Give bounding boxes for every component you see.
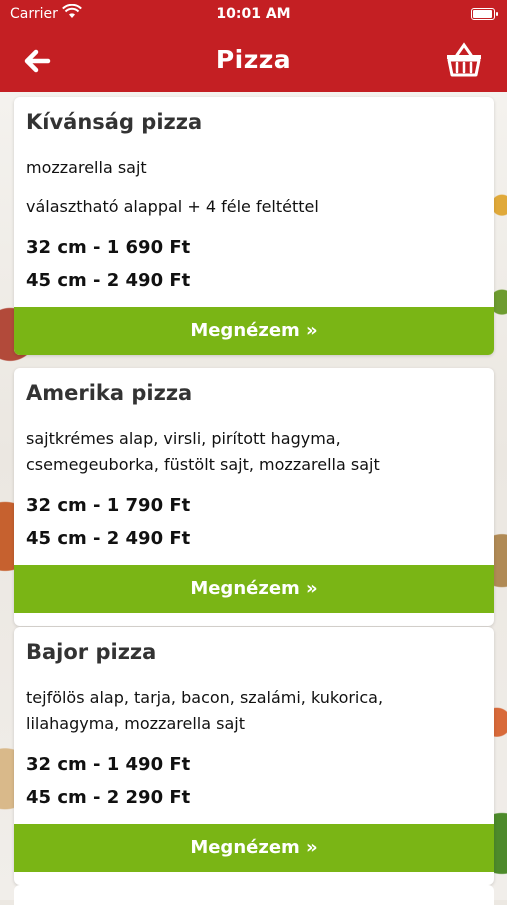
pizza-card-partial (14, 885, 494, 905)
status-bar: Carrier 10:01 AM (0, 0, 507, 30)
view-button[interactable]: Megnézem » (14, 565, 494, 613)
pizza-card: Kívánság pizza mozzarella sajt választha… (14, 97, 494, 355)
price-large: 45 cm - 2 490 Ft (26, 270, 191, 291)
status-time: 10:01 AM (216, 6, 291, 22)
description-line: csemegeuborka, füstölt sajt, mozzarella … (26, 455, 380, 474)
view-button[interactable]: Megnézem » (14, 824, 494, 872)
price-small: 32 cm - 1 690 Ft (26, 237, 191, 258)
pizza-name: Amerika pizza (26, 381, 193, 405)
pizza-name: Kívánság pizza (26, 110, 203, 134)
price-large: 45 cm - 2 490 Ft (26, 528, 191, 549)
description-line: tejfölös alap, tarja, bacon, szalámi, ku… (26, 688, 384, 707)
basket-icon (447, 42, 481, 77)
price-small: 32 cm - 1 490 Ft (26, 754, 191, 775)
pizza-description: sajtkrémes alap, virsli, pirított hagyma… (26, 426, 482, 478)
description-line: mozzarella sajt (26, 158, 147, 177)
description-line: választható alappal + 4 féle feltéttel (26, 197, 319, 216)
view-button[interactable]: Megnézem » (14, 307, 494, 355)
pizza-description: mozzarella sajt választható alappal + 4 … (26, 155, 482, 233)
pizza-name: Bajor pizza (26, 640, 157, 664)
description-line: lilahagyma, mozzarella sajt (26, 714, 245, 733)
cart-button[interactable] (445, 42, 483, 78)
battery-icon (471, 8, 498, 20)
description-line: sajtkrémes alap, virsli, pirított hagyma… (26, 429, 341, 448)
price-large: 45 cm - 2 290 Ft (26, 787, 191, 808)
pizza-description: tejfölös alap, tarja, bacon, szalámi, ku… (26, 685, 482, 737)
price-small: 32 cm - 1 790 Ft (26, 495, 191, 516)
pizza-card: Amerika pizza sajtkrémes alap, virsli, p… (14, 368, 494, 626)
navigation-bar: Pizza (0, 30, 507, 92)
page-title: Pizza (215, 45, 292, 74)
pizza-card: Bajor pizza tejfölös alap, tarja, bacon,… (14, 627, 494, 885)
